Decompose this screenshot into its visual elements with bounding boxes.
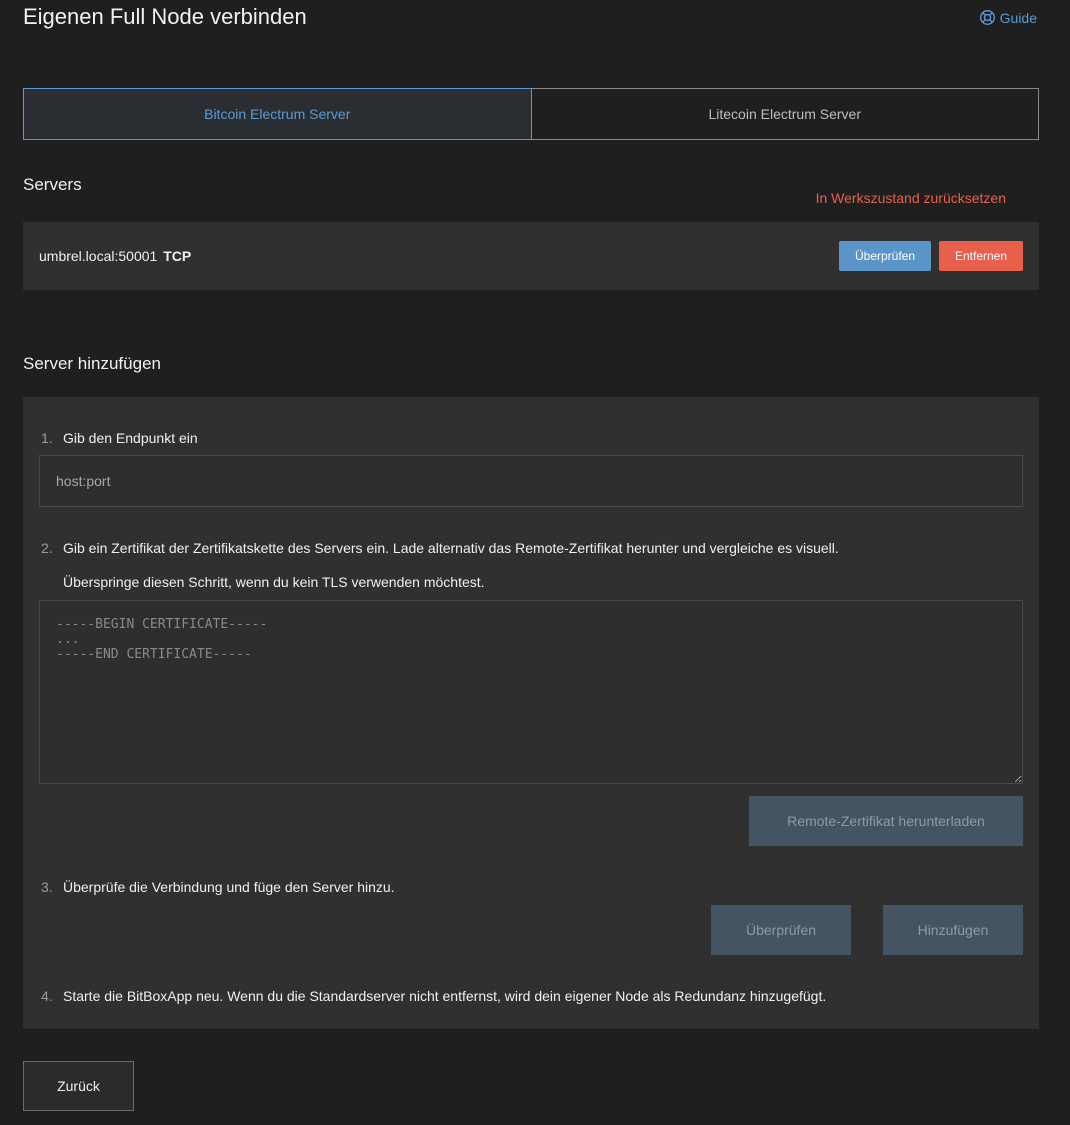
step-1: 1. Gib den Endpunkt ein xyxy=(41,430,198,446)
server-row: umbrel.local:50001 TCP Überprüfen Entfer… xyxy=(23,222,1039,290)
page-title: Eigenen Full Node verbinden xyxy=(23,4,307,29)
step-3: 3. Überprüfe die Verbindung und füge den… xyxy=(41,879,395,895)
step-4-text: Starte die BitBoxApp neu. Wenn du die St… xyxy=(63,988,827,1004)
add-server-panel: 1. Gib den Endpunkt ein 2. Gib ein Zerti… xyxy=(23,397,1039,1029)
step-3-text: Überprüfe die Verbindung und füge den Se… xyxy=(63,879,395,895)
tab-litecoin[interactable]: Litecoin Electrum Server xyxy=(531,88,1039,140)
step-2-subtext: Überspringe diesen Schritt, wenn du kein… xyxy=(63,574,485,590)
server-host: umbrel.local:50001 xyxy=(39,248,158,264)
step-3-number: 3. xyxy=(41,879,53,895)
remove-server-button[interactable]: Entfernen xyxy=(939,241,1023,271)
download-certificate-button[interactable]: Remote-Zertifikat herunterladen xyxy=(749,796,1023,846)
server-address: umbrel.local:50001 TCP xyxy=(39,248,839,264)
back-button[interactable]: Zurück xyxy=(23,1061,134,1111)
reset-defaults-link[interactable]: In Werkszustand zurücksetzen xyxy=(816,190,1006,206)
step-4-number: 4. xyxy=(41,988,53,1004)
step-2-number: 2. xyxy=(41,540,53,556)
page: Eigenen Full Node verbinden Guide Bitcoi… xyxy=(0,0,1070,1125)
step-4: 4. Starte die BitBoxApp neu. Wenn du die… xyxy=(41,988,826,1004)
add-server-heading: Server hinzufügen xyxy=(23,354,161,373)
guide-label: Guide xyxy=(999,9,1037,26)
servers-heading: Servers xyxy=(23,175,82,194)
certificate-textarea[interactable] xyxy=(39,600,1023,784)
check-connection-button[interactable]: Überprüfen xyxy=(711,905,851,955)
step-1-text: Gib den Endpunkt ein xyxy=(63,430,198,446)
lifebuoy-icon xyxy=(979,10,995,25)
step-2-text: Gib ein Zertifikat der Zertifikatskette … xyxy=(63,540,839,556)
add-server-button[interactable]: Hinzufügen xyxy=(883,905,1023,955)
coin-tabs: Bitcoin Electrum Server Litecoin Electru… xyxy=(23,88,1039,140)
tab-bitcoin[interactable]: Bitcoin Electrum Server xyxy=(23,88,532,140)
server-protocol: TCP xyxy=(163,248,192,264)
endpoint-input[interactable] xyxy=(39,455,1023,507)
guide-link[interactable]: Guide xyxy=(979,9,1037,26)
step-2: 2. Gib ein Zertifikat der Zertifikatsket… xyxy=(41,540,839,556)
check-server-button[interactable]: Überprüfen xyxy=(839,241,931,271)
step-1-number: 1. xyxy=(41,430,53,446)
